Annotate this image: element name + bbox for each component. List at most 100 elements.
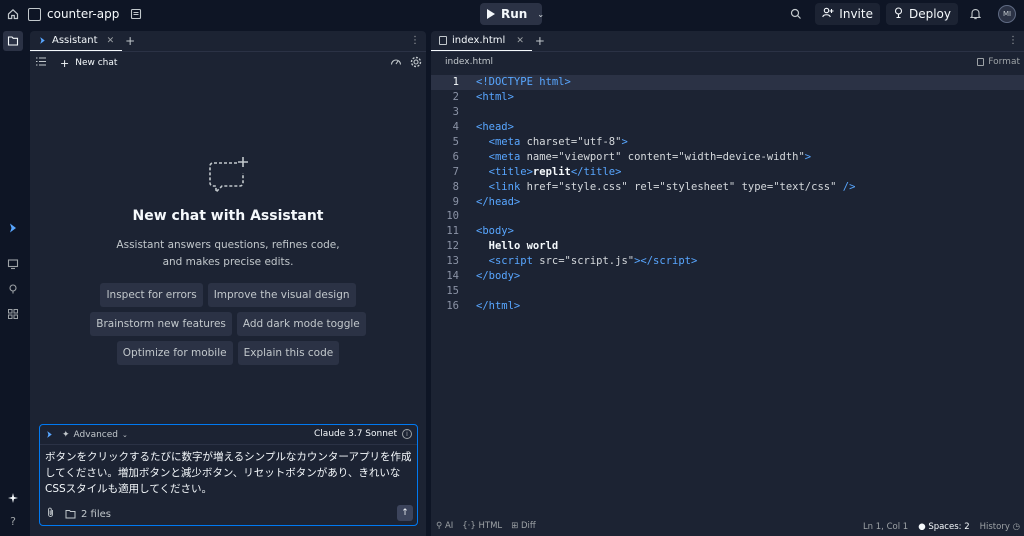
chevron-down-icon: ⌄ xyxy=(122,430,128,439)
close-icon[interactable]: ✕ xyxy=(107,36,115,46)
composer-footer: 2 files ↑ xyxy=(40,503,417,525)
history-button[interactable]: History ◷ xyxy=(980,522,1020,532)
sparkle-icon: ✦ xyxy=(62,429,70,440)
model-selector[interactable]: Claude 3.7 Sonnet i xyxy=(314,429,412,439)
deploy-button[interactable]: Deploy xyxy=(885,3,958,25)
tab-assistant[interactable]: Assistant ✕ xyxy=(30,31,123,51)
code-line: 16 </html> xyxy=(431,298,1024,313)
assistant-tab-bar: Assistant ✕ + ⋮ xyxy=(30,31,426,51)
mode-selector[interactable]: ✦ Advanced ⌄ xyxy=(62,430,128,440)
breadcrumb-file[interactable]: index.html xyxy=(445,57,493,67)
code-line: 11 <body> xyxy=(431,224,1024,239)
suggestion-chip[interactable]: Inspect for errors xyxy=(100,283,203,307)
top-right-actions: Invite Deploy MI xyxy=(783,0,1024,28)
add-tab-icon[interactable]: + xyxy=(122,31,138,51)
diff-icon: ⊞ xyxy=(511,521,519,531)
paperclip-icon[interactable] xyxy=(46,507,55,521)
folder-icon xyxy=(65,510,76,519)
close-icon[interactable]: ✕ xyxy=(516,36,524,46)
message-input[interactable]: ボタンをクリックするたびに数字が増えるシンプルなカウンターアプリを作成してくださ… xyxy=(40,444,417,497)
gauge-icon[interactable] xyxy=(390,56,402,68)
line-number: 8 xyxy=(452,180,459,193)
add-tab-icon[interactable]: + xyxy=(532,31,548,51)
attached-files[interactable]: 2 files xyxy=(65,509,111,520)
bell-icon[interactable] xyxy=(962,1,988,27)
help-icon[interactable]: ? xyxy=(3,511,23,531)
tab-index-html[interactable]: index.html ✕ xyxy=(431,31,532,51)
invite-label: Invite xyxy=(839,7,873,21)
more-options-icon[interactable]: ⋮ xyxy=(1008,35,1018,46)
send-button[interactable]: ↑ xyxy=(397,505,413,521)
line-number: 9 xyxy=(452,195,459,208)
plus-icon: + xyxy=(60,56,70,70)
indentation-setting[interactable]: ● Spaces: 2 xyxy=(918,522,969,532)
code-line: 10 xyxy=(431,209,1024,224)
line-number: 2 xyxy=(452,91,459,104)
suggestion-chip[interactable]: Explain this code xyxy=(237,341,340,365)
new-chat-icon xyxy=(207,155,249,195)
info-icon[interactable]: i xyxy=(402,429,412,439)
code-line: 6 <meta name="viewport" content="width=d… xyxy=(431,149,1024,164)
html-file-icon xyxy=(28,7,41,21)
chat-header: + New chat xyxy=(30,51,426,74)
run-button[interactable]: Run ⌄ xyxy=(480,3,544,25)
gear-icon[interactable] xyxy=(410,56,422,68)
mode-label: Advanced xyxy=(73,429,119,440)
line-number: 7 xyxy=(452,165,459,178)
suggestion-chip[interactable]: Brainstorm new features xyxy=(90,312,232,336)
line-number: 6 xyxy=(452,150,459,163)
new-chat-button[interactable]: + New chat xyxy=(60,57,117,70)
chevron-down-icon[interactable]: ⌄ xyxy=(537,10,544,19)
code-line: 9 </head> xyxy=(431,194,1024,209)
suggestion-chip[interactable]: Improve the visual design xyxy=(207,283,356,307)
chat-composer[interactable]: ✦ Advanced ⌄ Claude 3.7 Sonnet i ボタンをクリッ… xyxy=(39,424,418,526)
ai-label: AI xyxy=(444,521,454,531)
editor-pane: index.html ✕ + ⋮ index.html Format 1 <!DO… xyxy=(431,31,1024,536)
language-selector[interactable]: {·} HTML xyxy=(462,521,502,531)
sparkle-icon[interactable] xyxy=(3,488,23,508)
format-button[interactable]: Format xyxy=(977,57,1020,67)
diff-label: Diff xyxy=(520,521,536,531)
line-number: 5 xyxy=(452,136,459,148)
chat-history-icon[interactable] xyxy=(36,57,46,69)
assistant-pane: Assistant ✕ + ⋮ + New chat New chat with… xyxy=(30,31,426,536)
suggestion-chip[interactable]: Optimize for mobile xyxy=(116,341,233,365)
add-user-icon xyxy=(822,7,834,21)
play-icon xyxy=(487,9,495,19)
deploy-label: Deploy xyxy=(908,7,951,21)
code-line: 8 <link href="style.css" rel="stylesheet… xyxy=(431,179,1024,194)
code-line: 3 xyxy=(431,105,1024,120)
empty-title: New chat with Assistant xyxy=(132,208,324,224)
apps-grid-icon[interactable] xyxy=(3,304,23,324)
arrow-up-icon: ↑ xyxy=(401,508,409,518)
repl-info-icon[interactable] xyxy=(123,1,149,27)
repl-name: counter-app xyxy=(47,7,120,21)
avatar[interactable]: MI xyxy=(998,5,1016,23)
line-number: 16 xyxy=(446,299,459,312)
cursor-position[interactable]: Ln 1, Col 1 xyxy=(863,522,908,532)
ai-toggle[interactable]: ⚲ AI xyxy=(436,521,453,531)
top-bar: counter-app Run ⌄ Invite Deploy MI xyxy=(0,0,1024,28)
webview-icon[interactable] xyxy=(3,254,23,274)
assistant-icon[interactable] xyxy=(3,218,23,238)
tab-label: Assistant xyxy=(52,35,98,46)
code-line: 12 Hello world xyxy=(431,239,1024,254)
deployments-icon[interactable] xyxy=(3,279,23,299)
code-editor[interactable]: 1 <!DOCTYPE html> 2 <html> 3 4 <head> 5 <me… xyxy=(431,75,1024,313)
code-line: 1 <!DOCTYPE html> xyxy=(431,75,1024,90)
files-icon[interactable] xyxy=(3,31,23,51)
line-number: 4 xyxy=(452,121,459,134)
line-number: 3 xyxy=(452,106,459,119)
empty-chat-state: New chat with Assistant Assistant answer… xyxy=(30,155,426,365)
diff-toggle[interactable]: ⊞ Diff xyxy=(511,521,536,531)
line-number: 14 xyxy=(446,270,459,283)
repl-title[interactable]: counter-app xyxy=(28,7,119,21)
code-line: 14 </body> xyxy=(431,269,1024,284)
assistant-icon xyxy=(40,37,45,44)
composer-toolbar: ✦ Advanced ⌄ Claude 3.7 Sonnet i xyxy=(40,425,417,444)
suggestion-chip[interactable]: Add dark mode toggle xyxy=(236,312,366,336)
home-icon[interactable] xyxy=(0,1,26,27)
invite-button[interactable]: Invite xyxy=(815,3,880,25)
more-options-icon[interactable]: ⋮ xyxy=(410,35,420,46)
search-icon[interactable] xyxy=(783,1,809,27)
